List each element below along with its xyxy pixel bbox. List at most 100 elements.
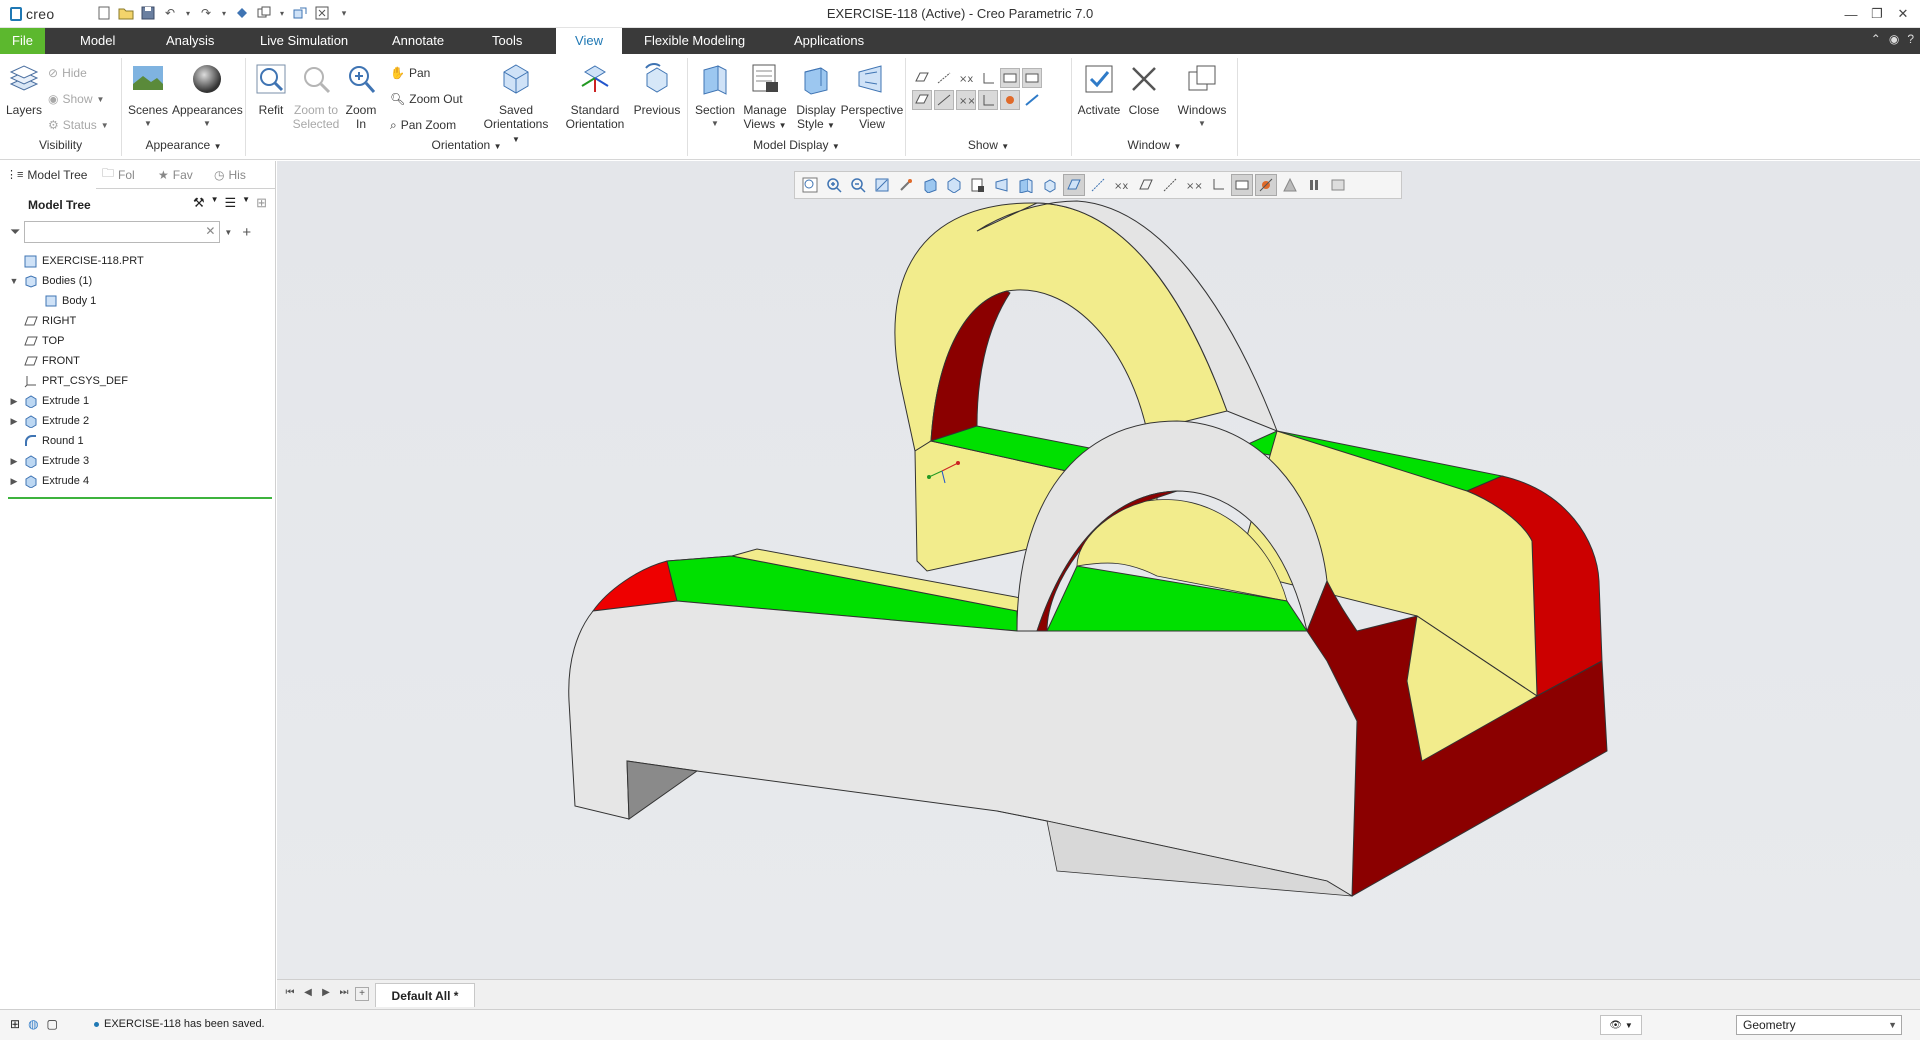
navigator-toggle-icon[interactable]: ⊞ [10, 1017, 20, 1031]
close-window-icon[interactable] [314, 5, 330, 21]
restore-icon[interactable]: ❐ [1866, 4, 1888, 24]
full-screen-icon[interactable]: ▢ [47, 1017, 58, 1031]
axis-tag-display-icon[interactable] [934, 90, 954, 110]
add-filter-icon[interactable]: + [242, 224, 251, 241]
perspective-view-button[interactable]: Perspective View [840, 62, 904, 131]
tab-file[interactable]: File [0, 28, 45, 54]
tree-item[interactable]: RIGHT [8, 311, 272, 331]
filter-icon[interactable]: ⏷ [10, 224, 20, 240]
minimize-icon[interactable]: — [1840, 4, 1862, 24]
show-group-label[interactable]: Show ▼ [906, 138, 1071, 152]
collapse-arrow-icon[interactable]: ▼ [8, 276, 20, 286]
tab-view[interactable]: View [556, 28, 622, 54]
close-button[interactable]: Close [1124, 62, 1164, 117]
close-icon[interactable]: ✕ [1892, 4, 1914, 24]
previous-button[interactable]: Previous [632, 62, 682, 117]
search-options-dropdown-icon[interactable]: ▼ [224, 228, 232, 237]
tree-item[interactable]: ▼ Bodies (1) [8, 271, 272, 291]
browser-toggle-icon[interactable]: ◍ [28, 1017, 38, 1031]
windows-dropdown-icon[interactable]: ▾ [278, 5, 286, 21]
selection-filter-select[interactable]: Geometry ▼ [1736, 1015, 1902, 1035]
layers-button[interactable]: Layers [4, 62, 44, 117]
customize-qat-icon[interactable]: ▾ [336, 5, 352, 21]
redo-dropdown-icon[interactable]: ▾ [220, 5, 228, 21]
tab-flexible-modeling[interactable]: Flexible Modeling [632, 28, 757, 54]
pan-zoom-button[interactable]: ⌕ Pan Zoom [390, 116, 456, 134]
find-button[interactable]: 👁︎ ▼ [1600, 1015, 1642, 1035]
next-tab-icon[interactable]: ▶ [319, 987, 333, 1001]
status-button[interactable]: ⚙ Status ▼ [48, 116, 109, 134]
insert-here-indicator[interactable] [8, 497, 272, 499]
manage-views-button[interactable]: Manage Views ▼ [740, 62, 790, 133]
csys-display-icon[interactable] [978, 68, 998, 88]
expand-arrow-icon[interactable]: ▶ [8, 476, 20, 487]
zoom-out-button[interactable]: 🔍︎ Zoom Out [390, 90, 463, 108]
tab-applications[interactable]: Applications [782, 28, 876, 54]
show-button[interactable]: ◉ Show ▼ [48, 90, 104, 108]
tab-analysis[interactable]: Analysis [154, 28, 226, 54]
orientation-group-label[interactable]: Orientation ▼ [246, 138, 687, 152]
new-file-icon[interactable] [96, 5, 112, 21]
tab-live-simulation[interactable]: Live Simulation [248, 28, 360, 54]
undo-icon[interactable]: ↶ [162, 5, 178, 21]
tree-item[interactable]: FRONT [8, 351, 272, 371]
hide-button[interactable]: ⊘ Hide [48, 64, 87, 82]
tree-item[interactable]: TOP [8, 331, 272, 351]
windows-icon[interactable] [256, 5, 272, 21]
tree-item[interactable]: ▶ Extrude 4 [8, 471, 272, 491]
expand-arrow-icon[interactable]: ▶ [8, 456, 20, 467]
tree-item[interactable]: ▶ Extrude 1 [8, 391, 272, 411]
first-tab-icon[interactable]: ⏮ [283, 987, 297, 1001]
expand-arrow-icon[interactable]: ▶ [8, 396, 20, 407]
open-folder-icon[interactable] [118, 5, 134, 21]
last-tab-icon[interactable]: ⏭ [337, 987, 351, 1001]
tree-show-dropdown-icon[interactable]: ▼ [242, 195, 250, 211]
tab-model-tree[interactable]: ⋮≡ Model Tree [0, 160, 96, 189]
tab-favorites[interactable]: ★ Fav [152, 161, 208, 189]
tree-settings-icon[interactable]: ⚒ [193, 195, 205, 211]
tab-history[interactable]: ◷ His [208, 161, 264, 189]
tree-item[interactable]: PRT_CSYS_DEF [8, 371, 272, 391]
settings-icon[interactable]: ◉ [1889, 32, 1899, 46]
display-style-button[interactable]: Display Style ▼ [792, 62, 840, 133]
tree-show-icon[interactable]: ☰ [225, 195, 237, 211]
regenerate-icon[interactable] [234, 5, 250, 21]
point-display-icon[interactable]: ×x [956, 68, 976, 88]
activate-button[interactable]: Activate [1076, 62, 1122, 117]
csys-tag-display-icon[interactable] [978, 90, 998, 110]
zoom-in-button[interactable]: Zoom In [342, 62, 380, 131]
plane-display-icon[interactable] [912, 68, 932, 88]
graphics-window[interactable]: ×x ×× [277, 161, 1920, 979]
refit-button[interactable]: Refit [252, 62, 290, 117]
undo-dropdown-icon[interactable]: ▾ [184, 5, 192, 21]
redo-icon[interactable]: ↷ [198, 5, 214, 21]
tree-columns-icon[interactable]: ⊞ [256, 195, 267, 211]
tab-tools[interactable]: Tools [480, 28, 534, 54]
point-symbol-display-icon[interactable]: ×× [956, 90, 976, 110]
clear-search-icon[interactable]: ✕ [205, 224, 215, 238]
add-tab-icon[interactable]: + [355, 987, 369, 1001]
prev-tab-icon[interactable]: ◀ [301, 987, 315, 1001]
appearance-group-label[interactable]: Appearance ▼ [122, 138, 245, 152]
model-display-group-label[interactable]: Model Display ▼ [688, 138, 905, 152]
tree-item[interactable]: ▶ Extrude 2 [8, 411, 272, 431]
plane-tag-display-icon[interactable] [1000, 68, 1020, 88]
annotation-display-icon[interactable] [912, 90, 932, 110]
windows-button[interactable]: Windows ▼ [1174, 62, 1230, 131]
more-show-icon[interactable] [1022, 90, 1042, 110]
part-model-3d[interactable] [277, 161, 1920, 979]
zoom-to-selected-button[interactable]: Zoom to Selected [290, 62, 342, 131]
axis-display-icon[interactable] [934, 68, 954, 88]
tab-annotate[interactable]: Annotate [380, 28, 456, 54]
tab-model[interactable]: Model [68, 28, 127, 54]
expand-arrow-icon[interactable]: ▶ [8, 416, 20, 427]
tree-item[interactable]: Body 1 [8, 291, 272, 311]
appearances-button[interactable]: Appearances ▼ [172, 62, 243, 131]
window-group-label[interactable]: Window ▼ [1072, 138, 1237, 152]
tree-settings-dropdown-icon[interactable]: ▼ [211, 195, 219, 211]
scenes-button[interactable]: Scenes ▼ [126, 62, 170, 131]
tree-item[interactable]: Round 1 [8, 431, 272, 451]
tree-item[interactable]: ▶ Extrude 3 [8, 451, 272, 471]
save-icon[interactable] [140, 5, 156, 21]
tab-default-all[interactable]: Default All * [375, 983, 475, 1007]
